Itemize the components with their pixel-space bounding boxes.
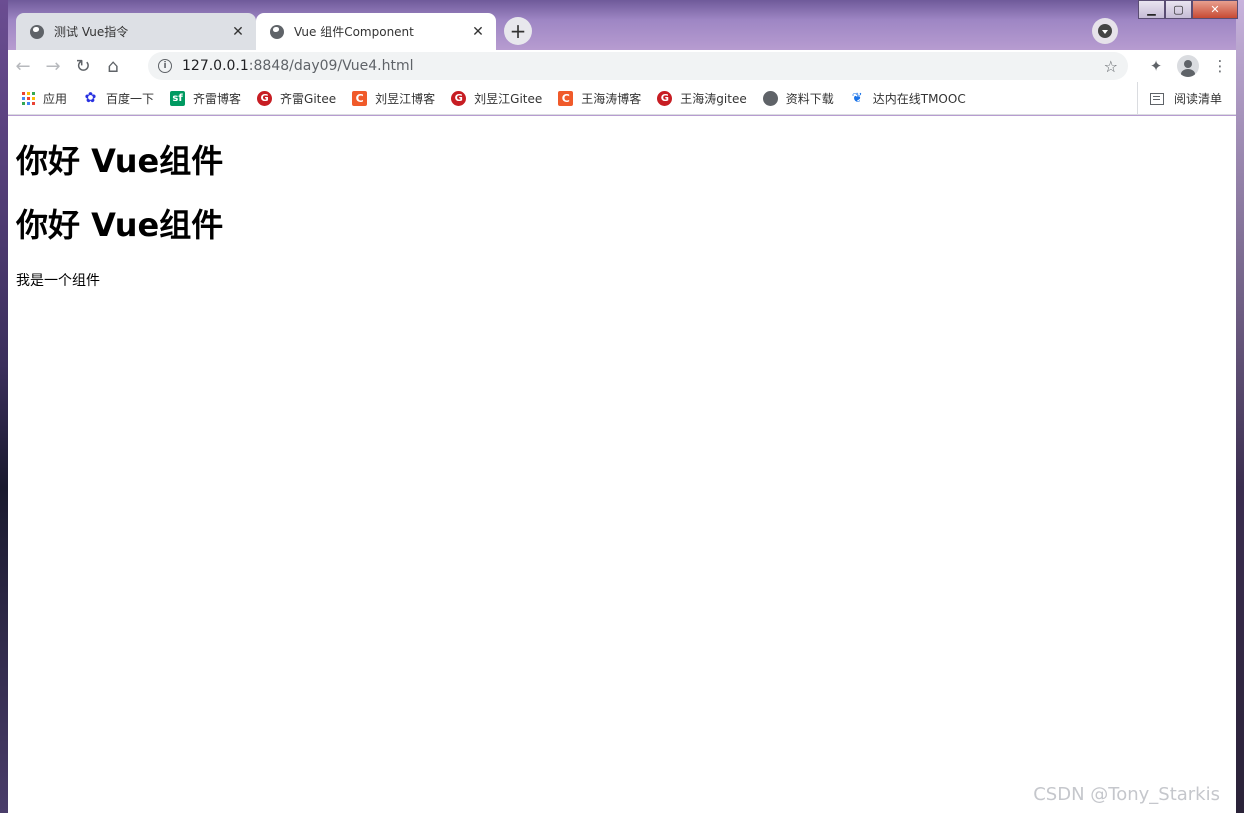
gitee-icon: G [657,90,673,106]
bookmark-label: 百度一下 [106,91,155,106]
bookmark-apps[interactable]: 应用 [22,90,67,107]
browser-toolbar: ← → ↻ ⌂ i 127.0.0.1:8848/day09/Vue4.html… [8,50,1236,82]
component-heading: 你好 Vue组件 [16,206,224,244]
reload-button[interactable]: ↻ [68,52,98,80]
home-button[interactable]: ⌂ [98,52,128,80]
profile-button[interactable] [1172,50,1204,82]
tarena-icon: ❦ [851,90,863,106]
new-tab-button[interactable]: + [504,17,532,45]
globe-icon [30,24,44,39]
address-bar[interactable]: i 127.0.0.1:8848/day09/Vue4.html ☆ [148,52,1128,80]
reading-list-button[interactable]: 阅读清单 [1136,82,1222,115]
bookmark-tmooc[interactable]: ❦ 达内在线TMOOC [850,90,966,107]
bookmark-qilei-gitee[interactable]: G 齐雷Gitee [257,90,336,107]
bookmark-label: 应用 [43,91,68,106]
menu-button[interactable]: ⋮ [1204,50,1236,82]
close-tab-icon[interactable]: ✕ [230,24,246,40]
tab-search-button[interactable] [1092,18,1118,44]
bookmark-liuyujiang-blog[interactable]: C 刘昱江博客 [352,90,435,107]
gitee-icon: G [451,90,467,106]
bookmark-label: 资料下载 [785,91,834,106]
extensions-button[interactable]: ✦ [1140,50,1172,82]
toolbar-actions: ✦ ⋮ [1140,50,1236,82]
component-paragraph: 我是一个组件 [16,273,100,289]
window-border-left [0,0,8,813]
window-border-right [1236,0,1244,813]
bookmark-wanghaitao-blog[interactable]: C 王海涛博客 [558,90,641,107]
page-heading: 你好 Vue组件 [16,142,224,180]
bookmark-label: 王海涛gitee [680,91,747,106]
globe-icon [270,24,284,39]
baidu-icon: ✿ [84,90,97,106]
bookmark-downloads[interactable]: 资料下载 [762,90,834,107]
close-tab-icon[interactable]: ✕ [470,24,486,40]
bookmark-wanghaitao-gitee[interactable]: G 王海涛gitee [657,90,747,107]
tab-title: Vue 组件Component [294,25,414,39]
chevron-down-icon [1098,24,1112,38]
reading-list-label: 阅读清单 [1173,92,1222,106]
tab-title: 测试 Vue指令 [54,25,129,39]
reading-list-icon [1149,92,1164,105]
csdn-icon: C [352,90,368,106]
csdn-icon: C [558,90,574,106]
tab-vue-component[interactable]: Vue 组件Component ✕ [256,13,496,50]
bookmark-star-icon[interactable]: ☆ [1104,57,1118,76]
bookmarks-bar: 应用 ✿ 百度一下 sf 齐雷博客 G 齐雷Gitee C 刘昱江博客 G 刘昱… [8,82,1236,115]
url-text[interactable]: 127.0.0.1:8848/day09/Vue4.html [182,58,1104,74]
bookmark-label: 王海涛博客 [581,91,642,106]
sf-icon: sf [170,90,186,106]
bookmark-label: 齐雷博客 [193,91,242,106]
bookmark-liuyujiang-gitee[interactable]: G 刘昱江Gitee [451,90,542,107]
url-path: :8848/day09/Vue4.html [248,58,414,74]
watermark: CSDN @Tony_Starkis [1033,784,1220,805]
gitee-icon: G [257,90,273,106]
bookmark-label: 刘昱江博客 [375,91,436,106]
bookmark-qilei-blog[interactable]: sf 齐雷博客 [170,90,241,107]
page-content: 你好 Vue组件 你好 Vue组件 我是一个组件 CSDN @Tony_Star… [8,116,1236,813]
back-button[interactable]: ← [8,52,38,80]
url-host: 127.0.0.1 [182,58,249,74]
apps-icon [22,91,35,105]
bookmark-label: 达内在线TMOOC [872,91,966,106]
bookmark-label: 齐雷Gitee [280,91,337,106]
bookmark-label: 刘昱江Gitee [474,91,543,106]
globe-icon [762,90,778,106]
forward-button[interactable]: → [38,52,68,80]
bookmark-baidu[interactable]: ✿ 百度一下 [83,90,154,107]
tab-vue-directives[interactable]: 测试 Vue指令 ✕ [16,13,256,50]
avatar-icon [1177,55,1199,77]
info-icon[interactable]: i [158,59,172,73]
tab-strip: 测试 Vue指令 ✕ Vue 组件Component ✕ + [8,8,1236,50]
